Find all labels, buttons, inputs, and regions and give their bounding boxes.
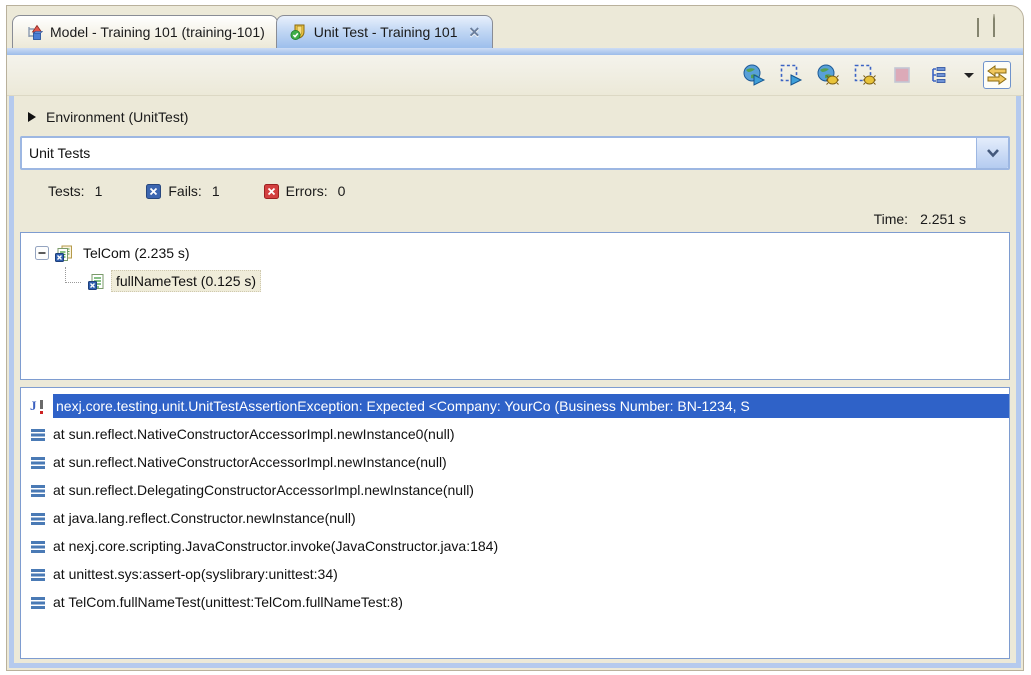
section-expander-icon[interactable] bbox=[28, 112, 36, 122]
trace-line-text: at sun.reflect.DelegatingConstructorAcce… bbox=[53, 482, 474, 498]
test-result-tree[interactable]: TelCom (2.235 s) fullNameTest (0.125 s) bbox=[20, 232, 1010, 380]
trace-row[interactable]: at TelCom.fullNameTest(unittest:TelCom.f… bbox=[21, 588, 1009, 616]
errors-count: 0 bbox=[338, 183, 346, 199]
stop-button bbox=[888, 61, 916, 89]
test-selector-combo[interactable]: Unit Tests bbox=[20, 136, 1010, 170]
test-selector-value: Unit Tests bbox=[22, 145, 976, 161]
combo-dropdown-button[interactable] bbox=[976, 138, 1008, 168]
tree-row-fullnametest[interactable]: fullNameTest (0.125 s) bbox=[21, 267, 1009, 295]
stack-trace-list[interactable]: J nexj.core.testing.unit.UnitTestAsserti… bbox=[20, 387, 1010, 659]
time-value: 2.251 s bbox=[920, 211, 966, 227]
trace-row[interactable]: at sun.reflect.NativeConstructorAccessor… bbox=[21, 448, 1009, 476]
hierarchy-menu-button[interactable] bbox=[925, 61, 953, 89]
tab-unit-test-label: Unit Test - Training 101 bbox=[314, 24, 458, 40]
stack-frame-icon bbox=[29, 426, 47, 443]
hierarchy-icon bbox=[928, 64, 950, 86]
maximize-icon bbox=[993, 14, 995, 37]
tests-label: Tests: bbox=[48, 183, 85, 199]
collapse-expander-icon[interactable] bbox=[35, 246, 49, 260]
selection-run-icon bbox=[779, 63, 803, 87]
fails-badge-icon bbox=[146, 184, 161, 199]
unit-test-shield-icon bbox=[289, 24, 307, 41]
tab-unit-test[interactable]: Unit Test - Training 101 ✕ bbox=[276, 15, 493, 48]
tree-node-label: TelCom (2.235 s) bbox=[79, 243, 194, 263]
trace-row[interactable]: at sun.reflect.DelegatingConstructorAcce… bbox=[21, 476, 1009, 504]
view-toolbar bbox=[7, 55, 1023, 96]
model-icon bbox=[25, 24, 43, 41]
tab-bar: Model - Training 101 (training-101) Unit… bbox=[7, 6, 1023, 48]
stack-frame-icon bbox=[29, 538, 47, 555]
errors-badge-icon bbox=[264, 184, 279, 199]
test-case-icon bbox=[87, 273, 105, 290]
stack-frame-icon bbox=[29, 566, 47, 583]
close-icon[interactable]: ✕ bbox=[469, 24, 481, 41]
view-content: Environment (UnitTest) Unit Tests Tests:… bbox=[9, 96, 1021, 668]
chevron-down-icon bbox=[985, 147, 1001, 159]
time-label: Time: bbox=[874, 211, 908, 227]
fails-label: Fails: bbox=[168, 183, 201, 199]
errors-label: Errors: bbox=[286, 183, 328, 199]
trace-line-text: at java.lang.reflect.Constructor.newInst… bbox=[53, 510, 356, 526]
minimize-button[interactable] bbox=[977, 19, 979, 37]
tests-count: 1 bbox=[95, 183, 103, 199]
trace-line-text: nexj.core.testing.unit.UnitTestAssertion… bbox=[53, 394, 1009, 418]
debug-selected-button[interactable] bbox=[851, 61, 879, 89]
maximize-button[interactable] bbox=[993, 19, 995, 37]
svg-text:J: J bbox=[30, 398, 37, 413]
trace-line-text: at sun.reflect.NativeConstructorAccessor… bbox=[53, 426, 455, 442]
trace-row[interactable]: at java.lang.reflect.Constructor.newInst… bbox=[21, 504, 1009, 532]
time-row: Time: 2.251 s bbox=[20, 206, 1010, 232]
summary-row: Tests: 1 Fails: 1 Errors: 0 bbox=[20, 176, 1010, 206]
tab-model-label: Model - Training 101 (training-101) bbox=[50, 24, 265, 40]
debug-all-button[interactable] bbox=[814, 61, 842, 89]
stop-icon bbox=[891, 64, 913, 86]
java-exception-icon: J bbox=[29, 398, 47, 415]
trace-line-text: at nexj.core.scripting.JavaConstructor.i… bbox=[53, 538, 498, 554]
test-suite-icon bbox=[55, 245, 73, 262]
tree-connector bbox=[65, 267, 81, 283]
globe-run-icon bbox=[742, 63, 766, 87]
tree-row-telcom[interactable]: TelCom (2.235 s) bbox=[21, 239, 1009, 267]
minimize-icon bbox=[977, 18, 979, 37]
pane-divider bbox=[20, 380, 1010, 387]
selection-debug-icon bbox=[853, 63, 877, 87]
trace-row[interactable]: at sun.reflect.NativeConstructorAccessor… bbox=[21, 420, 1009, 448]
run-all-button[interactable] bbox=[740, 61, 768, 89]
fails-count: 1 bbox=[212, 183, 220, 199]
unit-test-view: Model - Training 101 (training-101) Unit… bbox=[6, 5, 1024, 671]
environment-label: Environment (UnitTest) bbox=[46, 109, 188, 125]
trace-line-text: at unittest.sys:assert-op(syslibrary:uni… bbox=[53, 566, 338, 582]
trace-row[interactable]: at unittest.sys:assert-op(syslibrary:uni… bbox=[21, 560, 1009, 588]
link-with-editor-toggle[interactable] bbox=[983, 61, 1011, 89]
active-view-highlight bbox=[7, 48, 1023, 55]
link-arrows-icon bbox=[985, 63, 1009, 87]
window-controls bbox=[977, 19, 995, 37]
stack-frame-icon bbox=[29, 510, 47, 527]
trace-row[interactable]: at nexj.core.scripting.JavaConstructor.i… bbox=[21, 532, 1009, 560]
globe-debug-icon bbox=[816, 63, 840, 87]
trace-line-text: at TelCom.fullNameTest(unittest:TelCom.f… bbox=[53, 594, 403, 610]
tree-node-label: fullNameTest (0.125 s) bbox=[111, 270, 261, 292]
stack-frame-icon bbox=[29, 482, 47, 499]
environment-section-header[interactable]: Environment (UnitTest) bbox=[20, 98, 1010, 136]
hierarchy-dropdown-icon[interactable] bbox=[964, 73, 974, 78]
stack-frame-icon bbox=[29, 594, 47, 611]
trace-line-text: at sun.reflect.NativeConstructorAccessor… bbox=[53, 454, 447, 470]
run-selected-button[interactable] bbox=[777, 61, 805, 89]
trace-row-exception[interactable]: J nexj.core.testing.unit.UnitTestAsserti… bbox=[21, 392, 1009, 420]
stack-frame-icon bbox=[29, 454, 47, 471]
tab-model[interactable]: Model - Training 101 (training-101) bbox=[12, 15, 278, 48]
